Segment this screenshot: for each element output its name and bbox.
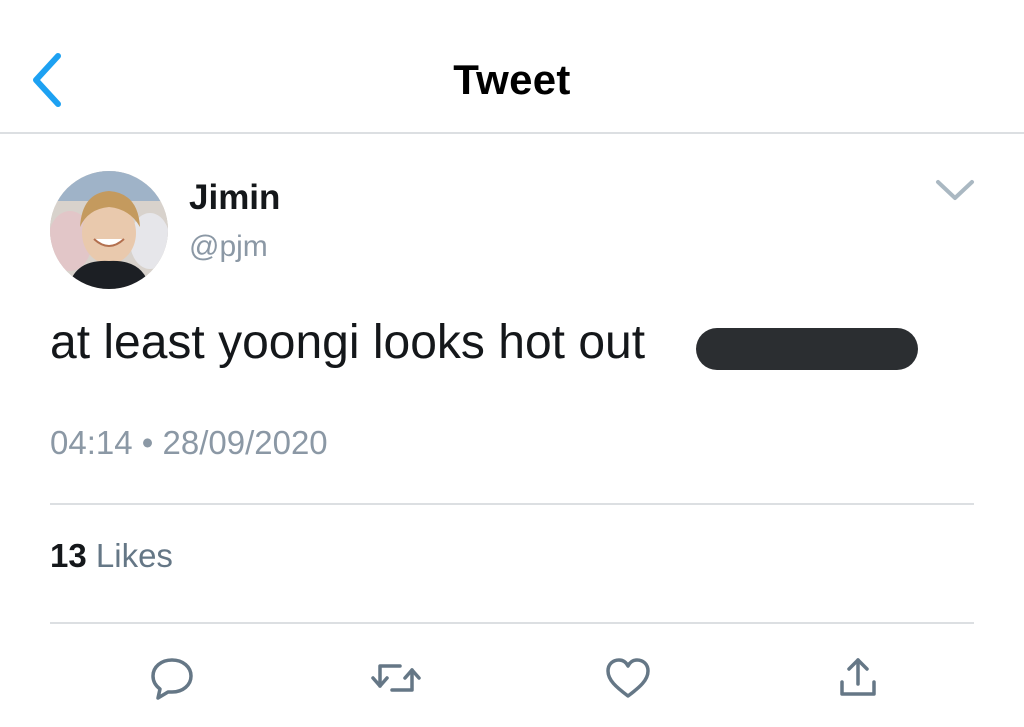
page-title: Tweet <box>453 56 571 103</box>
separator-dot: • <box>141 424 163 461</box>
share-button[interactable] <box>832 652 884 704</box>
chevron-down-icon <box>936 180 974 200</box>
divider <box>50 503 974 505</box>
likes-row[interactable]: 13 Likes <box>50 537 173 575</box>
retweet-button[interactable] <box>370 652 422 704</box>
like-button[interactable] <box>602 652 654 704</box>
author-handle[interactable]: @pjm <box>189 230 268 264</box>
more-options-button[interactable] <box>930 170 980 210</box>
likes-count: 13 <box>50 537 87 574</box>
tweet-detail-screen: Tweet Jimin @pjm at least yoongi looks h… <box>0 0 1024 727</box>
redaction-overlay <box>696 328 918 370</box>
avatar-photo <box>50 171 168 289</box>
retweet-icon <box>371 664 421 692</box>
heart-icon <box>606 658 650 698</box>
navigation-header: Tweet <box>0 0 1024 134</box>
tweet-date: 28/09/2020 <box>162 424 328 461</box>
avatar[interactable] <box>50 171 168 289</box>
reply-button[interactable] <box>146 652 198 704</box>
author-name[interactable]: Jimin <box>189 178 280 218</box>
reply-icon <box>151 658 193 700</box>
tweet-timestamp: 04:14 • 28/09/2020 <box>50 424 328 462</box>
likes-label: Likes <box>95 537 173 574</box>
share-icon <box>840 658 876 696</box>
divider <box>50 622 974 624</box>
tweet-time: 04:14 <box>50 424 133 461</box>
tweet-text: at least yoongi looks hot out <box>50 316 646 369</box>
